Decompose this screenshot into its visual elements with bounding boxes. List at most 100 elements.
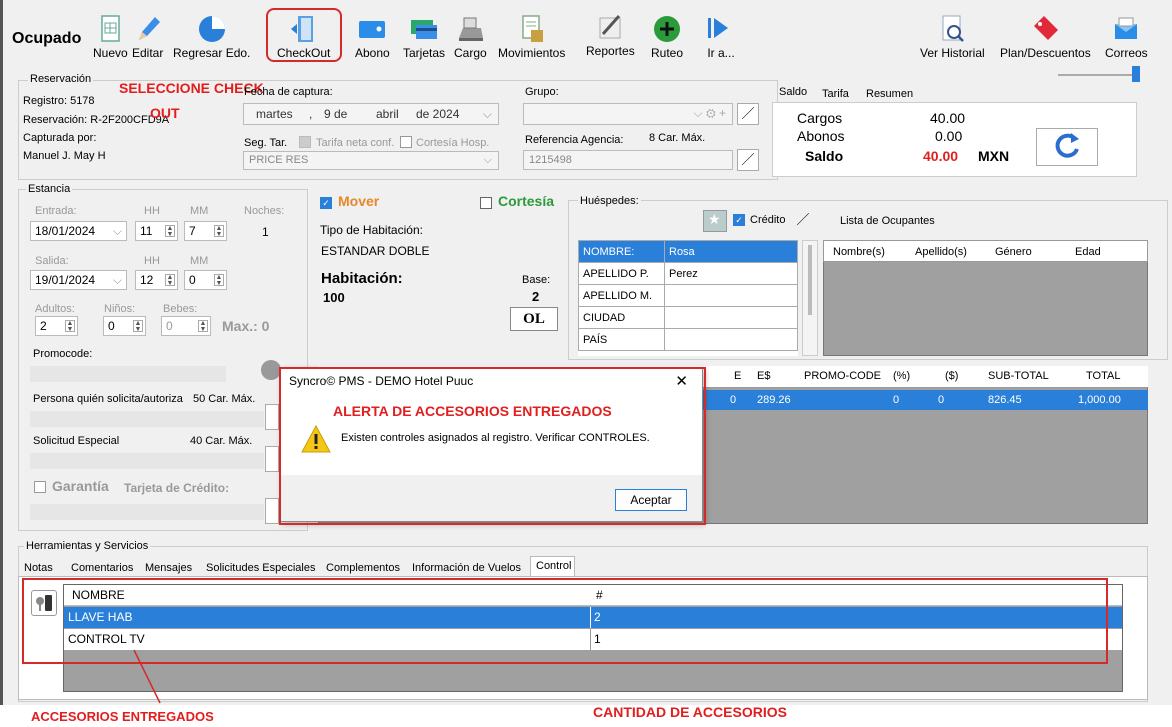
salida-mm-spinner[interactable]: 0▲▼ — [184, 270, 227, 290]
grupo-label: Grupo: — [525, 86, 559, 98]
ref-agencia-input[interactable]: 1215498 — [523, 150, 733, 170]
tab-saldo[interactable]: Saldo — [779, 86, 807, 98]
guest-scrollbar[interactable] — [802, 240, 818, 356]
tab-control[interactable]: Control — [536, 560, 571, 572]
abono-button[interactable]: Abono — [355, 14, 390, 60]
huesped-edit-button[interactable]: ／ — [792, 210, 814, 232]
col-e-dollar[interactable]: E$ — [757, 370, 770, 382]
adultos-label: Adultos: — [35, 303, 75, 315]
tab-solicitudes[interactable]: Solicitudes Especiales — [206, 562, 315, 574]
credito-checkbox[interactable]: ✓ — [733, 214, 745, 226]
apellido-p-field[interactable]: Perez — [665, 263, 798, 285]
ruteo-button[interactable]: Ruteo — [651, 14, 683, 60]
capturada-por-label: Capturada por: — [23, 132, 96, 144]
habitacion-number: 100 — [323, 290, 345, 305]
price-res-select[interactable]: PRICE RES⌵ — [243, 151, 499, 170]
garantia-checkbox[interactable] — [34, 481, 46, 493]
ol-button[interactable]: OL — [510, 307, 558, 331]
col-edad[interactable]: Edad — [1075, 246, 1101, 258]
solicitud-edit-button[interactable] — [265, 446, 279, 472]
tarjeta-edit-button[interactable] — [265, 498, 279, 524]
pencil-icon: ／ — [741, 106, 754, 121]
persona-edit-button[interactable] — [265, 404, 279, 430]
ir-a-button[interactable]: Ir a... — [706, 14, 736, 60]
garantia-label: Garantía — [52, 478, 109, 494]
col-nombres[interactable]: Nombre(s) — [833, 246, 885, 258]
persona-input[interactable] — [30, 411, 264, 427]
tarifa-neta-checkbox[interactable] — [299, 136, 311, 148]
pais-field[interactable] — [665, 329, 798, 351]
ciudad-field[interactable] — [665, 307, 798, 329]
col-apellidos[interactable]: Apellido(s) — [915, 246, 967, 258]
guest-row-apellido-p: APELLIDO P.Perez — [579, 263, 798, 285]
cash-register-icon — [455, 14, 485, 44]
col-dollar[interactable]: ($) — [945, 370, 958, 382]
col-subtotal[interactable]: SUB-TOTAL — [988, 370, 1049, 382]
correos-button[interactable]: Correos — [1105, 14, 1148, 60]
col-promo-code[interactable]: PROMO-CODE — [804, 370, 881, 382]
nuevo-button[interactable]: Nuevo — [93, 14, 128, 60]
lista-ocupantes-label: Lista de Ocupantes — [840, 215, 935, 227]
col-e[interactable]: E — [734, 370, 741, 382]
grupo-edit-button[interactable]: ／ — [737, 103, 759, 125]
ver-historial-button[interactable]: Ver Historial — [920, 14, 985, 60]
guest-form: NOMBRE:Rosa APELLIDO P.Perez APELLIDO M.… — [578, 240, 798, 356]
refresh-button[interactable] — [1036, 128, 1098, 166]
cargos-label: Cargos — [797, 110, 842, 126]
tab-comentarios[interactable]: Comentarios — [71, 562, 133, 574]
dialog-highlight — [279, 367, 706, 525]
tarjeta-input[interactable] — [30, 504, 264, 520]
annotation-seleccione: SELECCIONE CHECK — [119, 80, 264, 96]
cortesia-hosp-checkbox[interactable] — [400, 136, 412, 148]
base-value: 2 — [532, 289, 539, 304]
solicitud-input[interactable] — [30, 453, 264, 469]
adultos-spinner[interactable]: 2▲▼ — [35, 316, 78, 336]
chevron-down-icon: ⌵ — [483, 107, 492, 122]
promocode-input[interactable] — [30, 366, 226, 382]
plan-descuentos-button[interactable]: Plan/Descuentos — [1000, 14, 1091, 60]
ninos-spinner[interactable]: 0▲▼ — [103, 316, 146, 336]
reportes-button[interactable]: Reportes — [586, 12, 635, 58]
regresar-button[interactable]: Regresar Edo. — [173, 14, 250, 60]
tab-vuelos[interactable]: Información de Vuelos — [412, 562, 521, 574]
cortesia-checkbox[interactable] — [480, 197, 492, 209]
tarjetas-button[interactable]: Tarjetas — [403, 14, 445, 60]
col-genero[interactable]: Género — [995, 246, 1032, 258]
cargos-value: 40.00 — [930, 110, 965, 126]
grupo-select[interactable]: ⌵ ⚙ + — [523, 103, 733, 125]
entrada-hh-spinner[interactable]: 11▲▼ — [135, 221, 178, 241]
pencil-icon: ／ — [796, 212, 809, 227]
tab-complementos[interactable]: Complementos — [326, 562, 400, 574]
tab-resumen[interactable]: Resumen — [866, 88, 913, 100]
tab-tarifa[interactable]: Tarifa — [822, 88, 849, 100]
ref-edit-button[interactable]: ／ — [737, 149, 759, 171]
promo-search-icon[interactable] — [261, 360, 281, 380]
nombre-field[interactable]: Rosa — [665, 241, 798, 263]
col-total[interactable]: TOTAL — [1086, 370, 1120, 382]
apellido-m-field[interactable] — [665, 285, 798, 307]
history-search-icon — [937, 14, 967, 44]
zoom-slider-thumb[interactable] — [1132, 66, 1140, 82]
guest-row-apellido-m: APELLIDO M. — [579, 285, 798, 307]
editar-button[interactable]: Editar — [132, 14, 163, 60]
fecha-captura-picker[interactable]: martes , 9 de abril de 2024 ⌵ — [243, 103, 499, 125]
movimientos-button[interactable]: Movimientos — [498, 14, 565, 60]
mover-checkbox[interactable]: ✓ — [320, 197, 332, 209]
entrada-mm-spinner[interactable]: 7▲▼ — [184, 221, 227, 241]
huespedes-title: Huéspedes: — [578, 195, 641, 207]
salida-hh-spinner[interactable]: 12▲▼ — [135, 270, 178, 290]
zoom-slider-track[interactable] — [1058, 74, 1140, 76]
star-button[interactable]: ★ — [703, 210, 727, 232]
tab-mensajes[interactable]: Mensajes — [145, 562, 192, 574]
guest-row-ciudad: CIUDAD — [579, 307, 798, 329]
seg-tar-label: Seg. Tar. — [244, 137, 287, 149]
cargo-button[interactable]: Cargo — [454, 14, 487, 60]
capturista: Manuel J. May H — [23, 150, 106, 162]
entrada-date-picker[interactable]: 18/01/2024⌵ — [30, 221, 127, 241]
col-pct[interactable]: (%) — [893, 370, 910, 382]
bebes-spinner[interactable]: 0▲▼ — [161, 316, 211, 336]
tab-notas[interactable]: Notas — [24, 562, 53, 574]
hh-label-2: HH — [144, 255, 160, 267]
tipo-habitacion: ESTANDAR DOBLE — [321, 244, 429, 258]
salida-date-picker[interactable]: 19/01/2024⌵ — [30, 270, 127, 290]
